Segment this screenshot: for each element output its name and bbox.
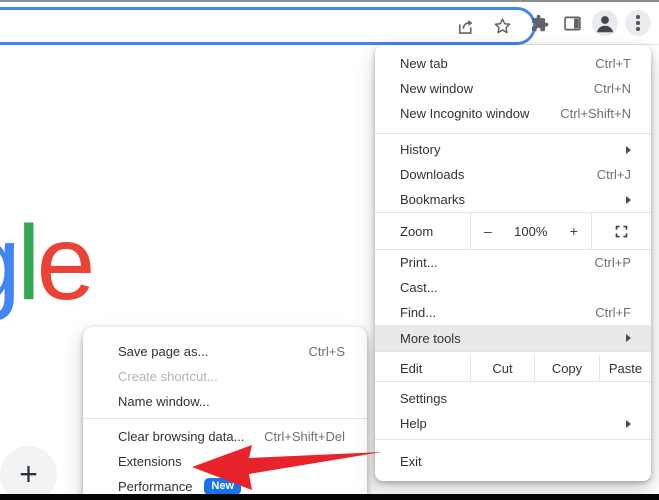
menu-edit-row: Edit Cut Copy Paste [375, 355, 651, 381]
submenu-arrow-icon [626, 419, 631, 428]
menu-item-shortcut: Ctrl+Shift+Del [264, 429, 345, 444]
zoom-label: Zoom [400, 223, 434, 239]
menu-item-shortcut: Ctrl+Shift+N [560, 106, 631, 121]
menu-item-downloads[interactable]: Downloads Ctrl+J [375, 162, 651, 187]
toolbar-buttons [526, 10, 651, 36]
zoom-controls: – 100% + [470, 213, 591, 249]
menu-item-shortcut: Ctrl+P [594, 255, 631, 270]
menu-item-label: Name window... [118, 394, 210, 409]
menu-item-label: Create shortcut... [118, 369, 218, 384]
menu-item-label: More tools [400, 330, 461, 346]
new-badge: New [204, 477, 242, 496]
browser-window: gle + New tab Ctrl+T New window Ctrl+N N… [0, 0, 659, 500]
menu-item-label: Settings [400, 391, 447, 406]
menu-zoom-row: Zoom – 100% + [375, 213, 651, 249]
submenu-item-save-page-as[interactable]: Save page as... Ctrl+S [83, 339, 367, 364]
zoom-out-button[interactable]: – [484, 223, 492, 239]
menu-item-exit[interactable]: Exit [375, 449, 651, 474]
menu-item-label: Save page as... [118, 344, 209, 359]
zoom-level-value: 100% [514, 223, 548, 239]
menu-item-shortcut: Ctrl+F [595, 305, 631, 320]
address-bar[interactable] [0, 7, 536, 45]
menu-item-label: Bookmarks [400, 192, 466, 207]
kebab-dots [636, 15, 640, 31]
menu-item-label: Performance [118, 479, 193, 494]
menu-item-more-tools[interactable]: More tools [375, 325, 651, 351]
menu-item-label: New window [400, 81, 473, 96]
profile-avatar-icon[interactable] [592, 10, 618, 36]
menu-item-new-window[interactable]: New window Ctrl+N [375, 76, 651, 101]
menu-item-new-tab[interactable]: New tab Ctrl+T [375, 51, 651, 76]
menu-item-bookmarks[interactable]: Bookmarks [375, 187, 651, 212]
menu-item-print[interactable]: Print... Ctrl+P [375, 250, 651, 275]
menu-item-new-incognito-window[interactable]: New Incognito window Ctrl+Shift+N [375, 101, 651, 126]
edit-label: Edit [400, 360, 423, 376]
menu-item-label: Extensions [118, 454, 182, 469]
edit-copy-button[interactable]: Copy [534, 355, 599, 381]
google-logo-partial: gle [0, 210, 95, 316]
submenu-arrow-icon [626, 145, 631, 154]
menu-item-label: Exit [400, 454, 422, 469]
menu-item-label: Find... [400, 305, 437, 320]
menu-item-history[interactable]: History [375, 137, 651, 162]
menu-item-label: Clear browsing data... [118, 429, 245, 444]
menu-item-shortcut: Ctrl+J [596, 167, 631, 182]
menu-item-shortcut: Ctrl+S [308, 344, 345, 359]
submenu-item-create-shortcut: Create shortcut... [83, 364, 367, 389]
submenu-item-extensions[interactable]: Extensions [83, 449, 367, 474]
menu-item-settings[interactable]: Settings [375, 386, 651, 411]
plus-icon: + [19, 456, 38, 492]
menu-item-shortcut: Ctrl+T [595, 56, 631, 71]
menu-item-label: Help [400, 416, 427, 431]
browser-toolbar [0, 2, 659, 45]
edit-paste-button[interactable]: Paste [599, 355, 651, 381]
menu-item-label: New Incognito window [400, 106, 530, 121]
menu-item-help[interactable]: Help [375, 411, 651, 436]
menu-item-shortcut: Ctrl+N [593, 81, 631, 96]
menu-item-label: New tab [400, 56, 448, 71]
submenu-item-clear-browsing-data[interactable]: Clear browsing data... Ctrl+Shift+Del [83, 424, 367, 449]
chrome-main-menu: New tab Ctrl+T New window Ctrl+N New Inc… [375, 45, 651, 481]
menu-item-label: Cast... [400, 280, 438, 295]
menu-item-label: History [400, 142, 441, 157]
submenu-arrow-icon [626, 195, 631, 204]
fullscreen-icon [615, 225, 628, 237]
menu-three-dots-icon[interactable] [625, 10, 651, 36]
zoom-in-button[interactable]: + [570, 223, 578, 239]
side-panel-icon[interactable] [559, 10, 585, 36]
add-shortcut-button[interactable]: + [0, 446, 57, 500]
window-bottom-edge [0, 494, 659, 500]
window-top-edge [0, 0, 659, 2]
submenu-item-name-window[interactable]: Name window... [83, 389, 367, 414]
logo-letter-e: e [36, 204, 96, 322]
menu-item-label: Print... [400, 255, 438, 270]
menu-item-label: Downloads [400, 167, 465, 182]
logo-letter-l: l [16, 204, 40, 322]
edit-cut-button[interactable]: Cut [470, 355, 534, 381]
extensions-puzzle-icon[interactable] [526, 10, 552, 36]
submenu-arrow-icon [626, 334, 631, 342]
fullscreen-button[interactable] [591, 213, 651, 249]
menu-item-cast[interactable]: Cast... [375, 275, 651, 300]
menu-item-find[interactable]: Find... Ctrl+F [375, 300, 651, 325]
bookmark-star-icon[interactable] [492, 16, 513, 37]
logo-letter-g: g [0, 204, 21, 322]
share-icon[interactable] [455, 16, 476, 37]
more-tools-submenu: Save page as... Ctrl+S Create shortcut..… [83, 327, 367, 500]
